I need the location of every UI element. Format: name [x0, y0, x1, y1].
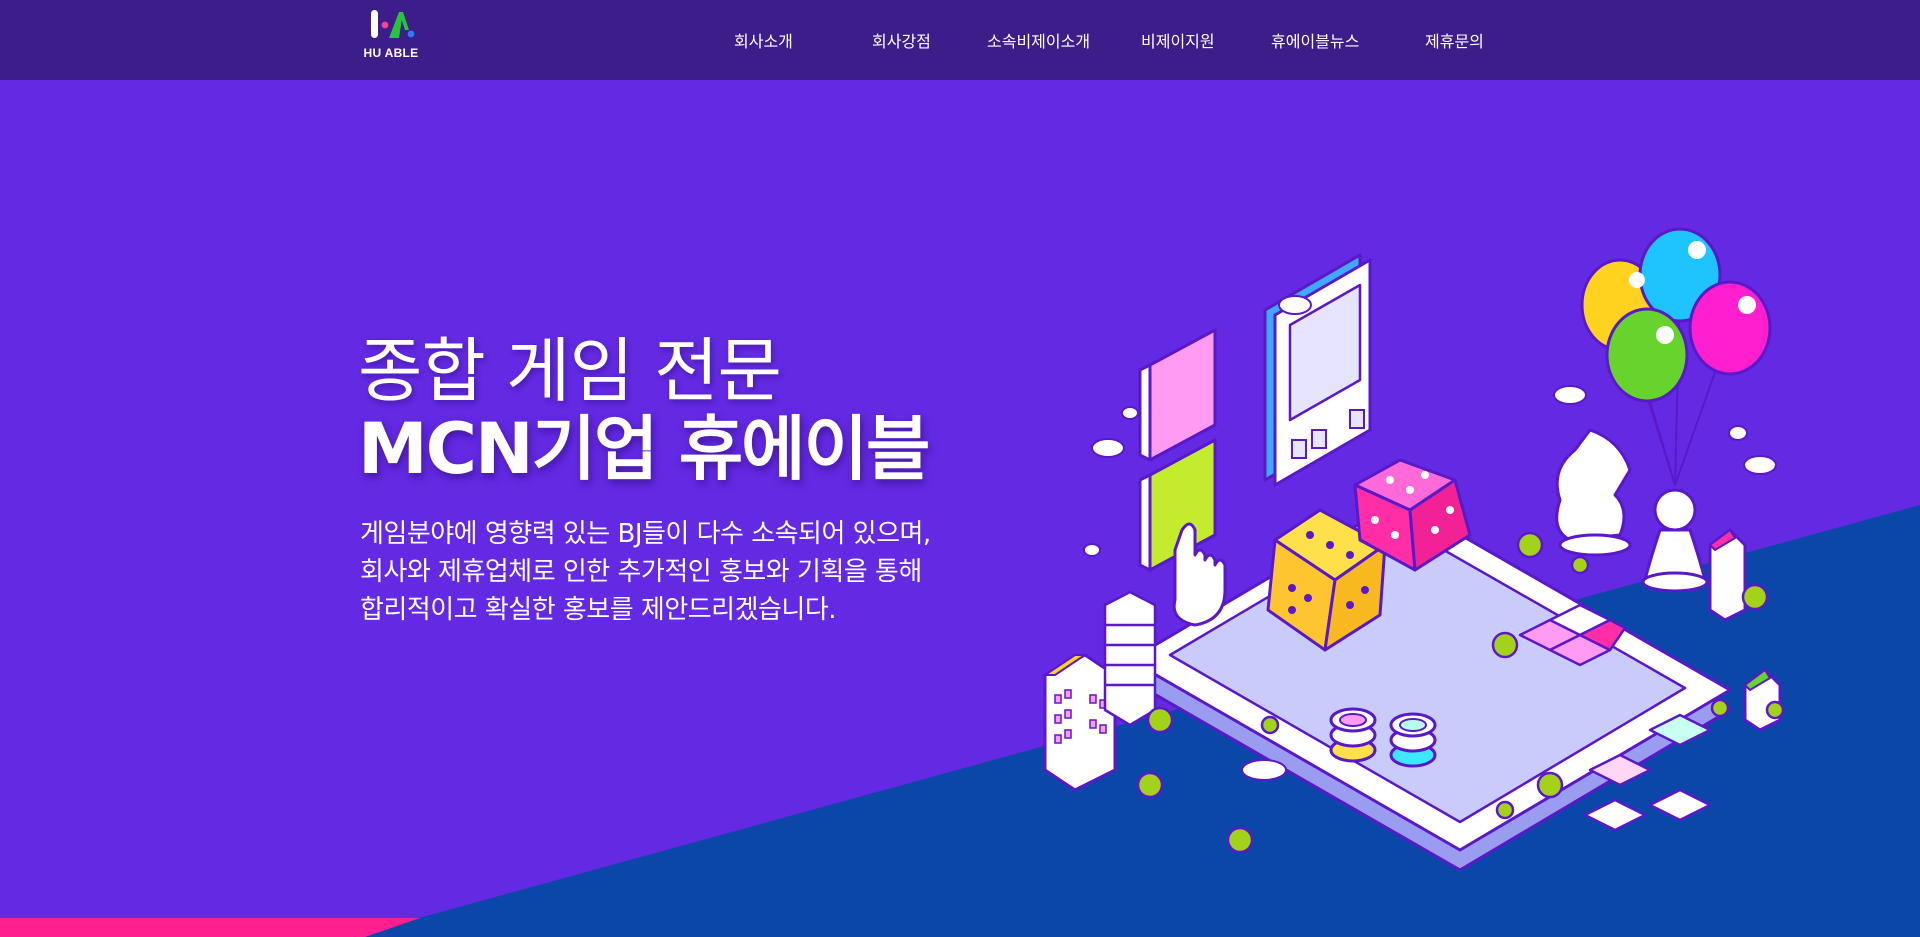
hero-description-line: 게임분야에 영향력 있는 BJ들이 다수 소속되어 있으며, [360, 519, 931, 549]
hero-headline-line2: MCN기업 휴에이블 [358, 408, 930, 490]
hero-section: 종합 게임 전문 MCN기업 휴에이블 게임분야에 영향력 있는 BJ들이 다수… [0, 80, 1920, 937]
hero-description-line: 합리적이고 확실한 홍보를 제안드리겠습니다. [360, 595, 837, 625]
site-header: HU ABLE 회사소개 회사강점 소속비제이소개 비제이지원 휴에이블뉴스 제… [0, 0, 1920, 80]
isometric-smartphone-illustration-icon [1041, 227, 1785, 870]
main-nav: 회사소개 회사강점 소속비제이소개 비제이지원 휴에이블뉴스 제휴문의 [0, 0, 1920, 80]
nav-item-bj-support[interactable]: 비제이지원 [1141, 28, 1215, 52]
nav-item-news[interactable]: 휴에이블뉴스 [1271, 28, 1359, 52]
hero-description: 게임분야에 영향력 있는 BJ들이 다수 소속되어 있으며, 회사와 제휴업체로… [360, 515, 931, 629]
nav-item-company-intro[interactable]: 회사소개 [734, 28, 793, 52]
nav-item-company-strengths[interactable]: 회사강점 [872, 28, 931, 52]
nav-item-bj-intro[interactable]: 소속비제이소개 [987, 28, 1090, 52]
nav-item-partnership[interactable]: 제휴문의 [1425, 28, 1484, 52]
hero-description-line: 회사와 제휴업체로 인한 추가적인 홍보와 기획을 통해 [360, 557, 922, 587]
